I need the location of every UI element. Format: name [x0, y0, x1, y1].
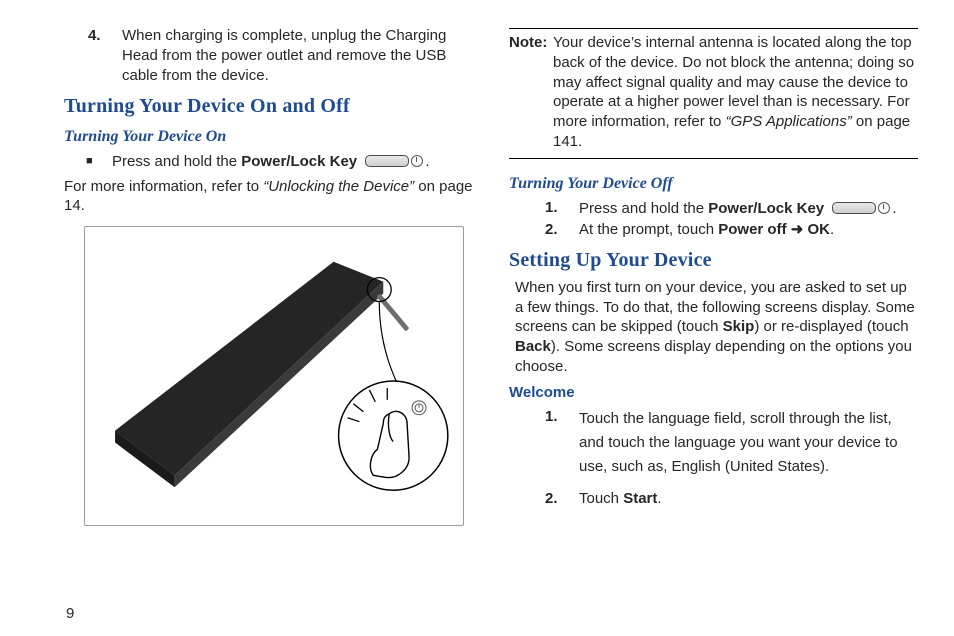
text: For more information, refer to [64, 178, 263, 195]
step-number: 1. [541, 198, 579, 220]
link-gps-applications: “GPS Applications” [726, 113, 852, 130]
heading-setting-up: Setting Up Your Device [509, 247, 918, 273]
power-lock-key-label: Power/Lock Key [241, 153, 357, 170]
step-text: Press and hold the Power/Lock Key . [579, 198, 918, 220]
heading-turning-on-off: Turning Your Device On and Off [64, 93, 473, 119]
step-number: 2. [541, 489, 579, 509]
text: ). Some screens display depending on the… [515, 338, 912, 375]
device-power-button-illustration [84, 226, 464, 526]
link-unlocking-device: “Unlocking the Device” [263, 178, 414, 195]
power-on-step: ■ Press and hold the Power/Lock Key . [84, 151, 473, 173]
text: . [425, 153, 429, 170]
step-text: When charging is complete, unplug the Ch… [122, 26, 473, 85]
square-bullet-icon: ■ [84, 151, 112, 173]
label-skip: Skip [723, 318, 755, 335]
label-back: Back [515, 338, 551, 355]
note-rule-bottom [509, 158, 918, 159]
antenna-note: Note: Your device’s internal antenna is … [509, 33, 918, 152]
subheading-turning-off: Turning Your Device Off [509, 173, 918, 194]
power-on-text: Press and hold the Power/Lock Key . [112, 151, 473, 173]
step-text: Touch the language field, scroll through… [579, 407, 918, 479]
text: Press and hold the [112, 153, 241, 170]
label-power-off: Power off [718, 221, 786, 238]
step-text: Touch Start. [579, 489, 918, 509]
text: ) or re-displayed (touch [754, 318, 908, 335]
label-start: Start [623, 490, 657, 507]
off-step-1: 1. Press and hold the Power/Lock Key . [541, 198, 918, 220]
step-number: 4. [84, 26, 122, 85]
left-column: 4. When charging is complete, unplug the… [64, 26, 473, 526]
subheading-turning-on: Turning Your Device On [64, 126, 473, 147]
subheading-welcome: Welcome [509, 383, 918, 403]
step-number: 2. [541, 220, 579, 240]
note-label: Note: [509, 33, 553, 152]
setup-intro: When you first turn on your device, you … [515, 278, 918, 377]
step-text: At the prompt, touch Power off ➜ OK. [579, 220, 918, 240]
welcome-step-2: 2. Touch Start. [541, 489, 918, 509]
note-rule-top [509, 28, 918, 29]
label-ok: OK [808, 221, 831, 238]
off-step-2: 2. At the prompt, touch Power off ➜ OK. [541, 220, 918, 240]
page-number: 9 [66, 605, 74, 622]
text: At the prompt, touch [579, 221, 718, 238]
step-4: 4. When charging is complete, unplug the… [84, 26, 473, 85]
more-info-unlocking: For more information, refer to “Unlockin… [64, 177, 473, 217]
welcome-step-1: 1. Touch the language field, scroll thro… [541, 407, 918, 479]
text: . [892, 200, 896, 217]
power-lock-key-icon [832, 198, 890, 218]
step-number: 1. [541, 407, 579, 479]
power-lock-key-icon [365, 151, 423, 171]
power-lock-key-label: Power/Lock Key [708, 200, 824, 217]
note-text: Your device’s internal antenna is locate… [553, 33, 918, 152]
two-column-layout: 4. When charging is complete, unplug the… [64, 26, 918, 526]
arrow-icon: ➜ [787, 221, 808, 238]
text: Touch [579, 490, 623, 507]
text: . [657, 490, 661, 507]
text: . [830, 221, 834, 238]
text: Press and hold the [579, 200, 708, 217]
right-column: Note: Your device’s internal antenna is … [509, 26, 918, 526]
manual-page: 4. When charging is complete, unplug the… [0, 0, 954, 636]
